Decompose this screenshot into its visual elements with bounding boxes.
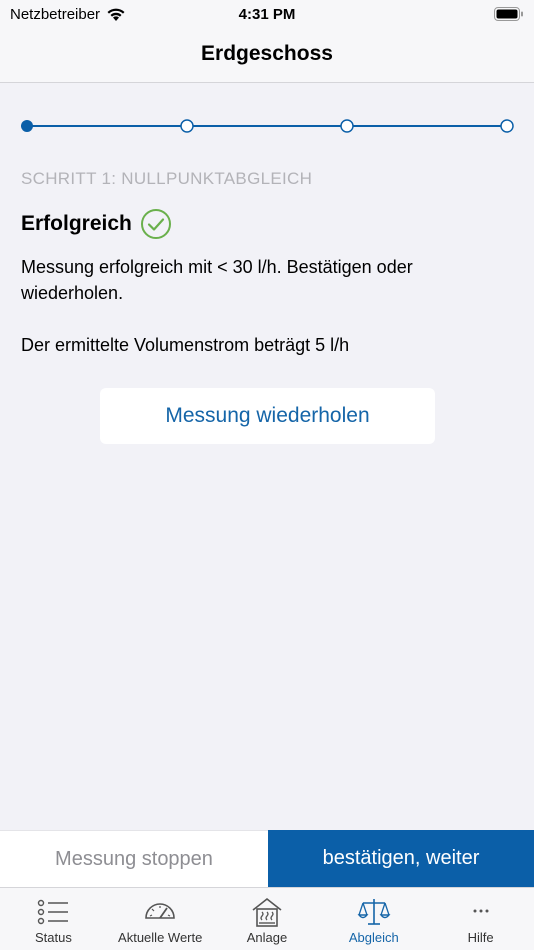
action-bar: Messung stoppen bestätigen, weiter	[0, 830, 534, 887]
status-bar: Netzbetreiber 4:31 PM	[0, 0, 534, 30]
result-header: Erfolgreich	[21, 208, 172, 240]
status-time: 4:31 PM	[238, 6, 296, 23]
tab-abgleich[interactable]: Abgleich	[320, 888, 427, 950]
step-indicator-3	[340, 119, 354, 133]
more-icon	[473, 909, 489, 913]
result-message: Messung erfolgreich mit < 30 l/h. Bestät…	[21, 257, 413, 303]
tab-aktuelle-werte[interactable]: Aktuelle Werte	[107, 888, 214, 950]
step-label: SCHRITT 1: NULLPUNKTABGLEICH	[21, 169, 313, 188]
result-title: Erfolgreich	[21, 212, 132, 235]
check-circle-icon	[140, 209, 171, 239]
repeat-measurement-button[interactable]: Messung wiederholen	[100, 388, 435, 444]
tab-label-status: Status	[34, 930, 72, 945]
list-icon	[38, 899, 69, 925]
scale-icon	[357, 899, 391, 925]
tab-label-hilfe: Hilfe	[467, 930, 494, 945]
stop-measurement-button[interactable]: Messung stoppen	[0, 830, 268, 887]
gauge-icon	[145, 903, 175, 919]
volume-flow-text: Der ermittelte Volumenstrom beträgt 5 l/…	[21, 335, 350, 355]
tab-label-aktuelle-werte: Aktuelle Werte	[118, 930, 203, 945]
step-indicator-4	[500, 119, 514, 133]
navigation-bar: Erdgeschoss	[0, 30, 534, 83]
battery-icon	[494, 7, 523, 21]
tab-bar: Status Aktuelle Werte Anlage Abgleich Hi…	[0, 887, 534, 950]
tab-anlage[interactable]: Anlage	[214, 888, 321, 950]
tab-label-anlage: Anlage	[246, 930, 288, 945]
tab-status[interactable]: Status	[0, 888, 107, 950]
tab-label-abgleich: Abgleich	[348, 930, 399, 945]
page-title: Erdgeschoss	[201, 42, 333, 65]
progress-stepper	[21, 119, 514, 133]
confirm-continue-button[interactable]: bestätigen, weiter	[268, 830, 534, 887]
house-heating-icon	[252, 897, 282, 927]
step-indicator-1	[21, 120, 33, 132]
tab-hilfe[interactable]: Hilfe	[427, 888, 534, 950]
step-indicator-2	[180, 119, 194, 133]
